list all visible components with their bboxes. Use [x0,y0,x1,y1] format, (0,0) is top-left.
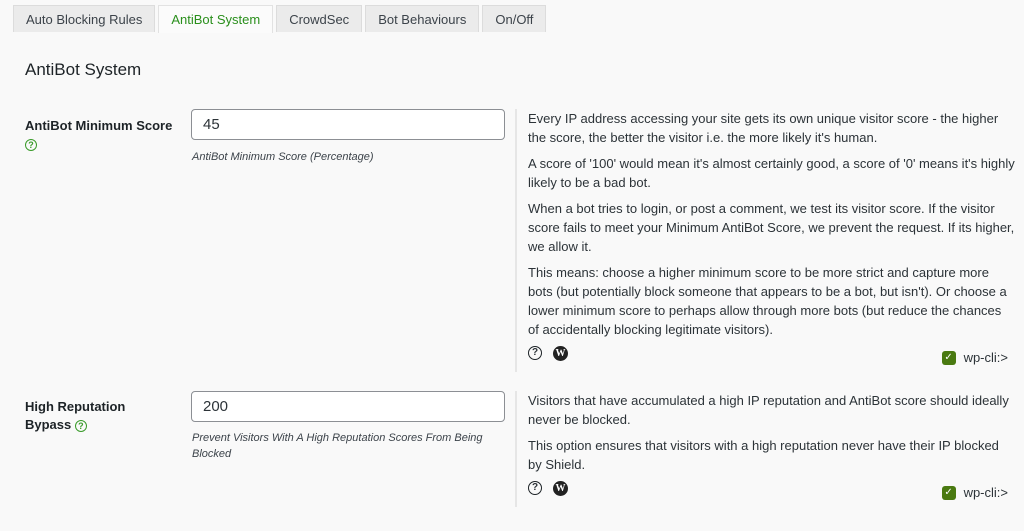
option-hint: Prevent Visitors With A High Reputation … [192,432,483,460]
tab-antibot-system[interactable]: AntiBot System [158,5,274,33]
wpcli-label: wp-cli:> [963,485,1008,500]
option-hint: AntiBot Minimum Score (Percentage) [192,151,374,163]
help-icon[interactable]: ? [74,419,87,432]
help-icon[interactable]: ? [528,481,542,495]
tab-bot-behaviours[interactable]: Bot Behaviours [365,5,480,32]
checkbox-checked-icon[interactable]: ✓ [941,350,956,365]
option-label: High Reputation Bypass ? [25,398,135,434]
option-label-text: AntiBot Minimum Score [25,118,173,133]
tab-crowdsec[interactable]: CrowdSec [276,5,363,32]
description-footer: ? W ✓ wp-cli:> [528,481,1015,507]
option-description: Every IP address accessing your site get… [515,109,1015,372]
tab-bar: Auto Blocking Rules AntiBot System Crowd… [13,5,547,33]
option-description: Visitors that have accumulated a high IP… [515,391,1015,507]
wordpress-icon[interactable]: W [553,481,568,496]
help-icon[interactable]: ? [528,346,542,360]
wpcli-toggle[interactable]: ✓ wp-cli:> [941,348,1008,367]
page-title: AntiBot System [25,60,142,79]
tab-auto-blocking-rules[interactable]: Auto Blocking Rules [13,5,156,32]
help-icon[interactable]: ? [25,138,37,151]
description-paragraph: Visitors that have accumulated a high IP… [528,393,1009,427]
description-paragraph: When a bot tries to login, or post a com… [528,201,1015,254]
description-footer: ? W ✓ wp-cli:> [528,346,1015,372]
antibot-minimum-score-input[interactable] [191,109,505,140]
description-paragraph: Every IP address accessing your site get… [528,111,999,145]
checkbox-checked-icon[interactable]: ✓ [941,485,956,500]
option-label: AntiBot Minimum Score ? [25,117,180,153]
wpcli-toggle[interactable]: ✓ wp-cli:> [941,483,1008,502]
high-reputation-bypass-input[interactable] [191,391,505,422]
description-paragraph: This means: choose a higher minimum scor… [528,265,1007,337]
description-paragraph: This option ensures that visitors with a… [528,438,999,472]
wordpress-icon[interactable]: W [553,346,568,361]
wpcli-label: wp-cli:> [963,350,1008,365]
tab-on-off[interactable]: On/Off [482,5,547,32]
description-paragraph: A score of '100' would mean it's almost … [528,156,1015,190]
